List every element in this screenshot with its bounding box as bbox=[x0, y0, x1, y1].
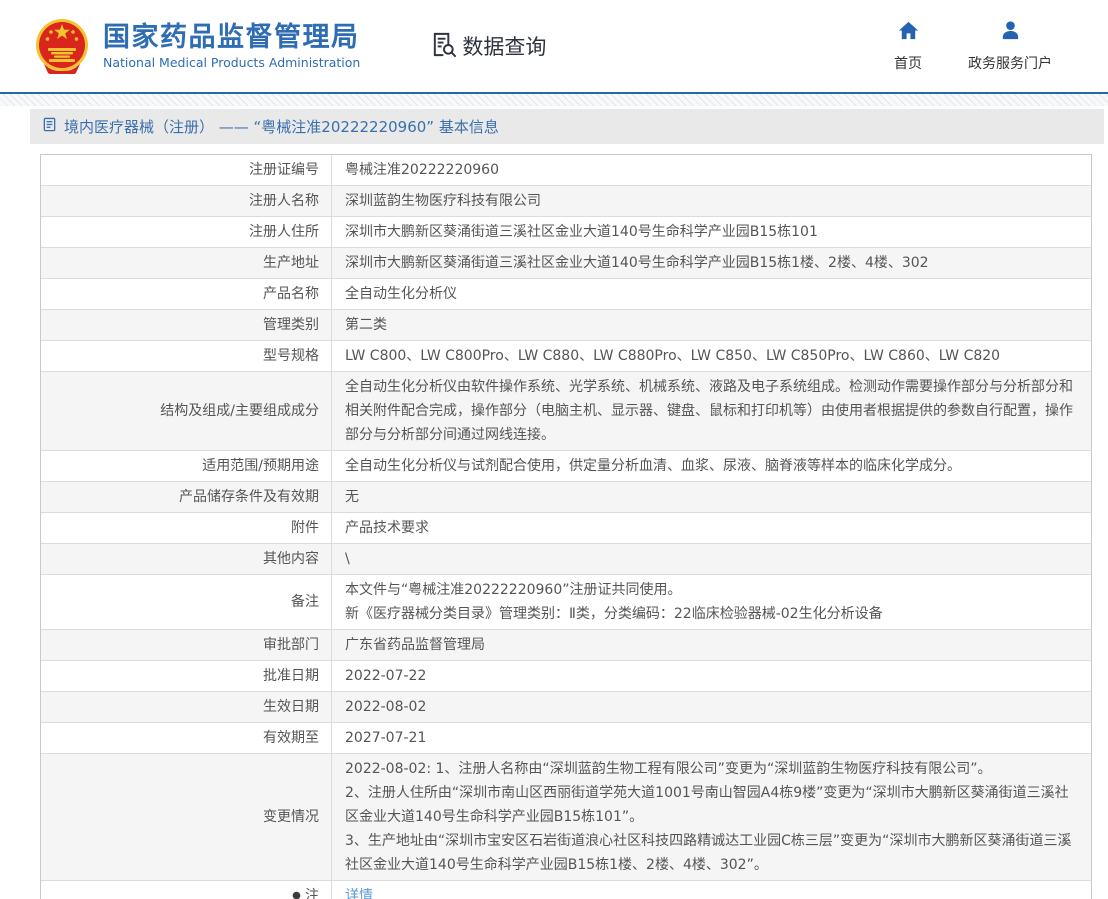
table-row-note: 注 详情 bbox=[41, 881, 1091, 899]
row-value: 全自动生化分析仪 bbox=[331, 279, 1091, 309]
row-value: 第二类 bbox=[331, 310, 1091, 340]
row-label: 管理类别 bbox=[41, 310, 331, 340]
row-label: 注 bbox=[41, 881, 331, 899]
row-label: 有效期至 bbox=[41, 723, 331, 753]
row-value: 全自动生化分析仪由软件操作系统、光学系统、机械系统、液路及电子系统组成。检测动作… bbox=[331, 372, 1091, 450]
nav-portal[interactable]: 政务服务门户 bbox=[968, 19, 1052, 73]
hatch-stripe-band bbox=[0, 94, 1108, 106]
row-label: 其他内容 bbox=[41, 544, 331, 574]
table-row: 注册证编号 粤械注准20222220960 bbox=[41, 155, 1091, 186]
nav-home[interactable]: 首页 bbox=[894, 19, 922, 73]
document-icon bbox=[42, 117, 57, 136]
table-row: 注册人住所 深圳市大鹏新区葵涌街道三溪社区金业大道140号生命科学产业园B15栋… bbox=[41, 217, 1091, 248]
table-row: 产品储存条件及有效期 无 bbox=[41, 482, 1091, 513]
row-value: 深圳市大鹏新区葵涌街道三溪社区金业大道140号生命科学产业园B15栋1楼、2楼、… bbox=[331, 248, 1091, 278]
row-value: 2027-07-21 bbox=[331, 723, 1091, 753]
row-label: 注册证编号 bbox=[41, 155, 331, 185]
brand-title: 国家药品监督管理局 bbox=[103, 22, 360, 53]
row-label: 备注 bbox=[41, 575, 331, 629]
row-label: 注册人住所 bbox=[41, 217, 331, 247]
table-row: 变更情况 2022-08-02: 1、注册人名称由“深圳蓝韵生物工程有限公司”变… bbox=[41, 754, 1091, 881]
row-value: 广东省药品监督管理局 bbox=[331, 630, 1091, 660]
table-row: 结构及组成/主要组成成分 全自动生化分析仪由软件操作系统、光学系统、机械系统、液… bbox=[41, 372, 1091, 451]
data-query-tab[interactable]: 数据查询 bbox=[430, 31, 546, 62]
nav-portal-label: 政务服务门户 bbox=[968, 53, 1052, 73]
row-label: 适用范围/预期用途 bbox=[41, 451, 331, 481]
data-query-label: 数据查询 bbox=[462, 31, 546, 61]
row-value: 详情 bbox=[331, 881, 1091, 899]
row-value: 粤械注准20222220960 bbox=[331, 155, 1091, 185]
row-value: 产品技术要求 bbox=[331, 513, 1091, 543]
row-value: 2022-07-22 bbox=[331, 661, 1091, 691]
row-value: 2022-08-02 bbox=[331, 692, 1091, 722]
row-label: 变更情况 bbox=[41, 754, 331, 880]
brand-text: 国家药品监督管理局 National Medical Products Admi… bbox=[103, 22, 360, 70]
row-value: 全自动生化分析仪与试剂配合使用，供定量分析血清、血浆、尿液、脑脊液等样本的临床化… bbox=[331, 451, 1091, 481]
person-icon bbox=[999, 19, 1022, 46]
row-value: 2022-08-02: 1、注册人名称由“深圳蓝韵生物工程有限公司”变更为“深圳… bbox=[331, 754, 1091, 880]
brand[interactable]: 国家药品监督管理局 National Medical Products Admi… bbox=[34, 18, 360, 74]
table-row: 型号规格 LW C800、LW C800Pro、LW C880、LW C880P… bbox=[41, 341, 1091, 372]
home-icon bbox=[897, 19, 920, 46]
table-row: 产品名称 全自动生化分析仪 bbox=[41, 279, 1091, 310]
table-row: 注册人名称 深圳蓝韵生物医疗科技有限公司 bbox=[41, 186, 1091, 217]
table-row: 批准日期 2022-07-22 bbox=[41, 661, 1091, 692]
row-label: 结构及组成/主要组成成分 bbox=[41, 372, 331, 450]
table-row: 管理类别 第二类 bbox=[41, 310, 1091, 341]
row-label: 产品名称 bbox=[41, 279, 331, 309]
page-title-bar: 境内医疗器械（注册） —— “粤械注准20222220960” 基本信息 bbox=[30, 109, 1104, 144]
header-nav: 首页 政务服务门户 bbox=[894, 19, 1082, 73]
row-value: LW C800、LW C800Pro、LW C880、LW C880Pro、LW… bbox=[331, 341, 1091, 371]
row-label: 注册人名称 bbox=[41, 186, 331, 216]
table-row: 生效日期 2022-08-02 bbox=[41, 692, 1091, 723]
table-row: 其他内容 \ bbox=[41, 544, 1091, 575]
row-label: 生效日期 bbox=[41, 692, 331, 722]
row-label: 产品储存条件及有效期 bbox=[41, 482, 331, 512]
table-row: 审批部门 广东省药品监督管理局 bbox=[41, 630, 1091, 661]
row-value: 深圳蓝韵生物医疗科技有限公司 bbox=[331, 186, 1091, 216]
row-value: \ bbox=[331, 544, 1091, 574]
page-header: 国家药品监督管理局 National Medical Products Admi… bbox=[0, 0, 1108, 92]
registration-info-table: 注册证编号 粤械注准20222220960 注册人名称 深圳蓝韵生物医疗科技有限… bbox=[40, 154, 1092, 899]
row-value: 深圳市大鹏新区葵涌街道三溪社区金业大道140号生命科学产业园B15栋101 bbox=[331, 217, 1091, 247]
row-value: 本文件与“粤械注准20222220960”注册证共同使用。 新《医疗器械分类目录… bbox=[331, 575, 1091, 629]
row-label: 审批部门 bbox=[41, 630, 331, 660]
table-row: 附件 产品技术要求 bbox=[41, 513, 1091, 544]
row-label: 生产地址 bbox=[41, 248, 331, 278]
national-emblem-logo bbox=[34, 18, 90, 74]
table-row: 生产地址 深圳市大鹏新区葵涌街道三溪社区金业大道140号生命科学产业园B15栋1… bbox=[41, 248, 1091, 279]
table-row: 有效期至 2027-07-21 bbox=[41, 723, 1091, 754]
bulb-icon bbox=[291, 886, 302, 899]
row-label: 批准日期 bbox=[41, 661, 331, 691]
row-label: 型号规格 bbox=[41, 341, 331, 371]
details-link[interactable]: 详情 bbox=[345, 884, 373, 899]
brand-subtitle: National Medical Products Administration bbox=[103, 55, 360, 70]
data-query-icon bbox=[430, 31, 457, 62]
nav-home-label: 首页 bbox=[894, 53, 922, 73]
row-value: 无 bbox=[331, 482, 1091, 512]
table-row: 备注 本文件与“粤械注准20222220960”注册证共同使用。 新《医疗器械分… bbox=[41, 575, 1091, 630]
page-title: 境内医疗器械（注册） —— “粤械注准20222220960” 基本信息 bbox=[64, 116, 499, 137]
row-label: 附件 bbox=[41, 513, 331, 543]
table-row: 适用范围/预期用途 全自动生化分析仪与试剂配合使用，供定量分析血清、血浆、尿液、… bbox=[41, 451, 1091, 482]
